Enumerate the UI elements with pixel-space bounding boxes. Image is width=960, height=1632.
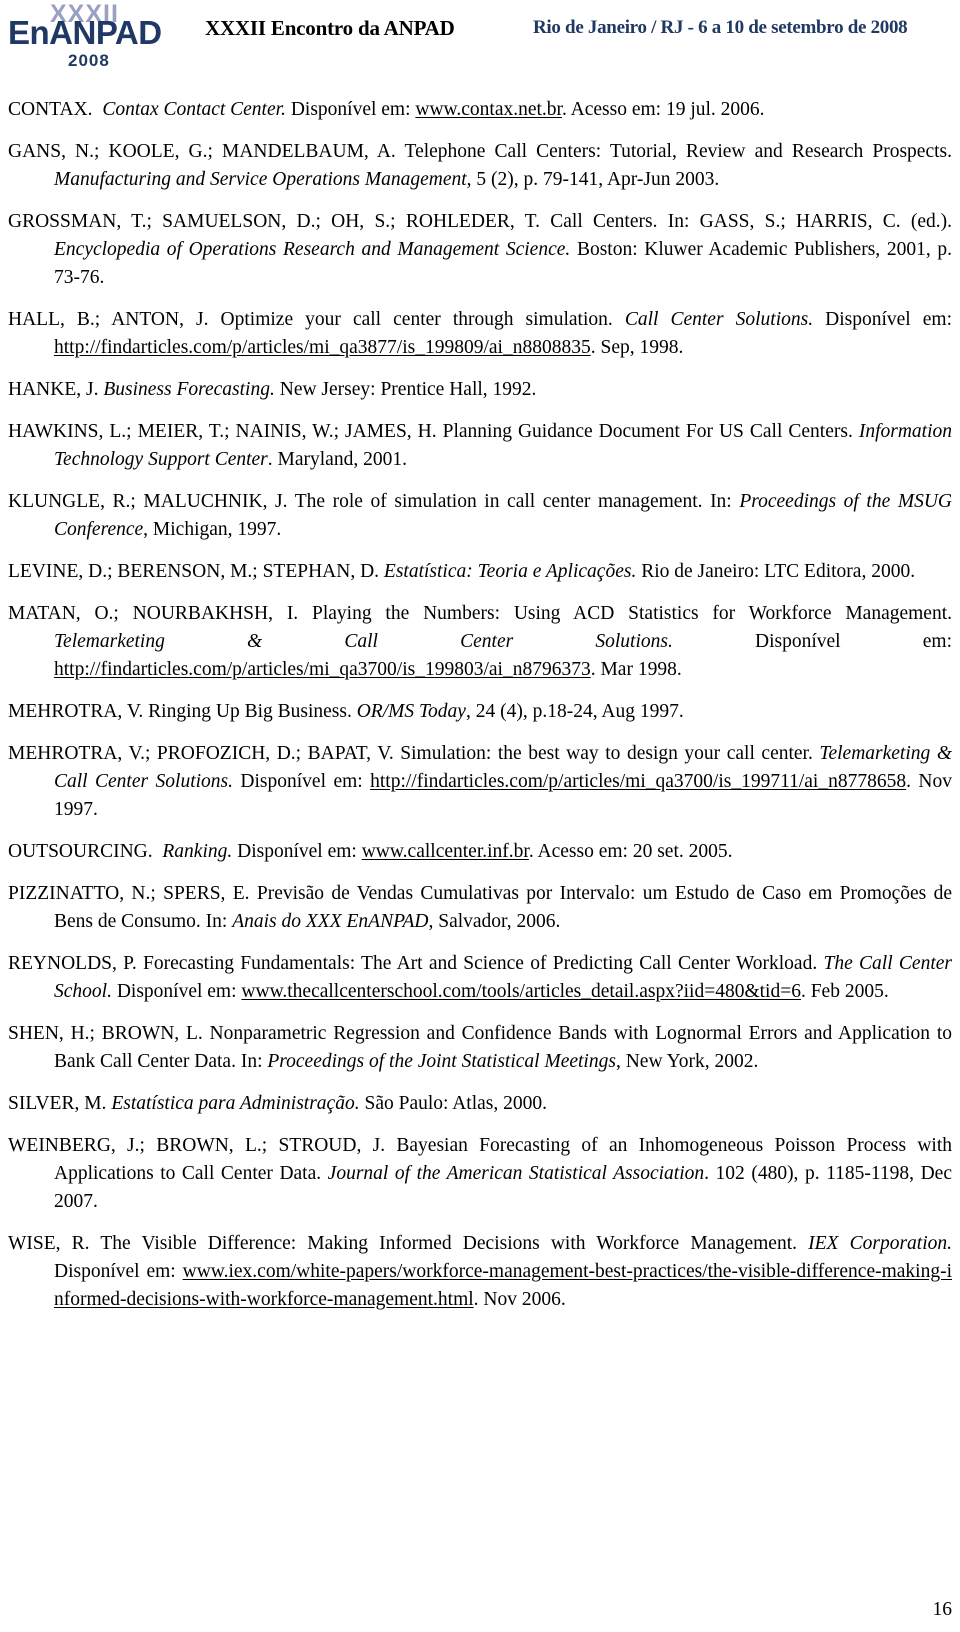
reference-title-italic: Encyclopedia of Operations Research and …: [54, 239, 571, 260]
reference-entry: LEVINE, D.; BERENSON, M.; STEPHAN, D. Es…: [8, 558, 952, 586]
reference-entry: MEHROTRA, V. Ringing Up Big Business. OR…: [8, 698, 952, 726]
reference-text: Disponível em:: [813, 309, 953, 330]
reference-entry: GANS, N.; KOOLE, G.; MANDELBAUM, A. Tele…: [8, 138, 952, 194]
reference-text: Optimize your call center through simula…: [208, 309, 625, 330]
reference-author: GROSSMAN, T.; SAMUELSON, D.; OH, S.; ROH…: [8, 211, 540, 232]
page-number: 16: [932, 1599, 953, 1620]
reference-entry: REYNOLDS, P. Forecasting Fundamentals: T…: [8, 950, 952, 1006]
page-footer: 16: [0, 1598, 953, 1622]
reference-entry: WEINBERG, J.; BROWN, L.; STROUD, J. Baye…: [8, 1132, 952, 1216]
reference-text: São Paulo: Atlas, 2000.: [359, 1093, 548, 1114]
logo-wordmark: EnANPAD: [8, 14, 162, 51]
reference-text: Call Centers. In: GASS, S.; HARRIS, C. (…: [539, 211, 952, 232]
reference-text: Disponível em:: [285, 99, 416, 120]
reference-author: WISE, R.: [8, 1233, 90, 1254]
reference-entry: HALL, B.; ANTON, J. Optimize your call c…: [8, 306, 952, 362]
reference-link[interactable]: www.contax.net.br: [415, 99, 562, 120]
reference-entry: MATAN, O.; NOURBAKHSH, I. Playing the Nu…: [8, 600, 952, 684]
reference-text: Rio de Janeiro: LTC Editora, 2000.: [636, 561, 916, 582]
reference-entry: HAWKINS, L.; MEIER, T.; NAINIS, W.; JAME…: [8, 418, 952, 474]
reference-text: . Nov 2006.: [473, 1289, 566, 1310]
reference-author: MATAN, O.; NOURBAKHSH, I.: [8, 603, 299, 624]
reference-title-italic: Ranking.: [162, 841, 233, 862]
reference-text: The Visible Difference: Making Informed …: [89, 1233, 809, 1254]
reference-title-italic: Telemarketing & Call Center Solutions.: [54, 631, 673, 652]
reference-text: , Michigan, 1997.: [143, 519, 282, 540]
reference-link[interactable]: http://findarticles.com/p/articles/mi_qa…: [370, 771, 906, 792]
reference-author: HANKE, J.: [8, 379, 99, 400]
reference-link[interactable]: www.callcenter.inf.br: [362, 841, 529, 862]
reference-title-italic: Estatística para Administração.: [111, 1093, 360, 1114]
conference-title: XXXII Encontro da ANPAD: [205, 16, 455, 40]
conference-date-location: Rio de Janeiro / RJ - 6 a 10 de setembro…: [533, 17, 908, 38]
reference-text: Simulation: the best way to design your …: [393, 743, 820, 764]
reference-title-italic: OR/MS Today: [356, 701, 466, 722]
reference-author: MEHROTRA, V.; PROFOZICH, D.; BAPAT, V.: [8, 743, 394, 764]
reference-entry: CONTAX. Contax Contact Center. Disponíve…: [8, 96, 952, 124]
reference-text: . Acesso em: 19 jul. 2006.: [561, 99, 765, 120]
reference-text: Forecasting Fundamentals: The Art and Sc…: [136, 953, 824, 974]
reference-author: KLUNGLE, R.; MALUCHNIK, J.: [8, 491, 288, 512]
reference-text: , New York, 2002.: [615, 1051, 759, 1072]
reference-author: MEHROTRA, V.: [8, 701, 144, 722]
reference-entry: KLUNGLE, R.; MALUCHNIK, J. The role of s…: [8, 488, 952, 544]
reference-text: . Mar 1998.: [590, 659, 682, 680]
reference-text: , Salvador, 2006.: [428, 911, 561, 932]
page-header: XXXII EnANPAD 2008 XXXII Encontro da ANP…: [0, 0, 960, 78]
reference-text: Ringing Up Big Business.: [143, 701, 357, 722]
reference-author: HAWKINS, L.; MEIER, T.; NAINIS, W.; JAME…: [8, 421, 437, 442]
reference-entry: SILVER, M. Estatística para Administraçã…: [8, 1090, 952, 1118]
reference-title-italic: IEX Corporation.: [808, 1233, 952, 1254]
reference-link[interactable]: www.thecallcenterschool.com/tools/articl…: [241, 981, 801, 1002]
reference-entry: MEHROTRA, V.; PROFOZICH, D.; BAPAT, V. S…: [8, 740, 952, 824]
reference-author: WEINBERG, J.; BROWN, L.; STROUD, J.: [8, 1135, 386, 1156]
reference-text: . Acesso em: 20 set. 2005.: [528, 841, 733, 862]
reference-text: , 24 (4), p.18-24, Aug 1997.: [465, 701, 684, 722]
reference-title-italic: Estatística: Teoria e Aplicações.: [383, 561, 637, 582]
reference-text: Telephone Call Centers: Tutorial, Review…: [395, 141, 952, 162]
reference-title-italic: Call Center Solutions.: [624, 309, 814, 330]
reference-title-italic: Journal of the American Statistical Asso…: [327, 1163, 705, 1184]
logo-year: 2008: [68, 51, 110, 70]
reference-entry: GROSSMAN, T.; SAMUELSON, D.; OH, S.; ROH…: [8, 208, 952, 292]
reference-text: Disponível em:: [672, 631, 952, 652]
reference-link[interactable]: http://findarticles.com/p/articles/mi_qa…: [54, 659, 591, 680]
reference-text: Playing the Numbers: Using ACD Statistic…: [298, 603, 952, 624]
reference-title-italic: Proceedings of the Joint Statistical Mee…: [267, 1051, 616, 1072]
reference-link[interactable]: http://findarticles.com/p/articles/mi_qa…: [54, 337, 591, 358]
reference-text: Disponível em:: [232, 841, 362, 862]
reference-text: , 5 (2), p. 79-141, Apr-Jun 2003.: [466, 169, 720, 190]
reference-author: PIZZINATTO, N.; SPERS, E.: [8, 883, 250, 904]
reference-entry: OUTSOURCING. Ranking. Disponível em: www…: [8, 838, 952, 866]
reference-text: Disponível em:: [54, 1261, 183, 1282]
reference-entry: WISE, R. The Visible Difference: Making …: [8, 1230, 952, 1314]
reference-author: SILVER, M.: [8, 1093, 107, 1114]
reference-list: CONTAX. Contax Contact Center. Disponíve…: [8, 96, 952, 1314]
reference-entry: HANKE, J. Business Forecasting. New Jers…: [8, 376, 952, 404]
reference-text: New Jersey: Prentice Hall, 1992.: [274, 379, 537, 400]
reference-author: LEVINE, D.; BERENSON, M.; STEPHAN, D.: [8, 561, 380, 582]
reference-text: . Feb 2005.: [800, 981, 889, 1002]
reference-text: . Sep, 1998.: [590, 337, 684, 358]
reference-entry: PIZZINATTO, N.; SPERS, E. Previsão de Ve…: [8, 880, 952, 936]
reference-text: Disponível em:: [233, 771, 371, 792]
reference-text: Disponível em:: [111, 981, 242, 1002]
reference-author: REYNOLDS, P.: [8, 953, 137, 974]
reference-entry: SHEN, H.; BROWN, L. Nonparametric Regres…: [8, 1020, 952, 1076]
reference-text: The role of simulation in call center ma…: [287, 491, 740, 512]
reference-title-italic: Manufacturing and Service Operations Man…: [54, 169, 467, 190]
reference-title-italic: Anais do XXX EnANPAD: [232, 911, 429, 932]
reference-author: CONTAX.: [8, 99, 93, 120]
enanpad-logo: XXXII EnANPAD 2008: [8, 2, 178, 74]
reference-text: . Maryland, 2001.: [267, 449, 407, 470]
reference-author: OUTSOURCING.: [8, 841, 153, 862]
reference-title-italic: Contax Contact Center.: [102, 99, 286, 120]
reference-title-italic: Business Forecasting.: [103, 379, 275, 400]
reference-author: GANS, N.; KOOLE, G.; MANDELBAUM, A.: [8, 141, 396, 162]
reference-text: Planning Guidance Document For US Call C…: [436, 421, 859, 442]
reference-author: SHEN, H.; BROWN, L.: [8, 1023, 203, 1044]
reference-author: HALL, B.; ANTON, J.: [8, 309, 209, 330]
